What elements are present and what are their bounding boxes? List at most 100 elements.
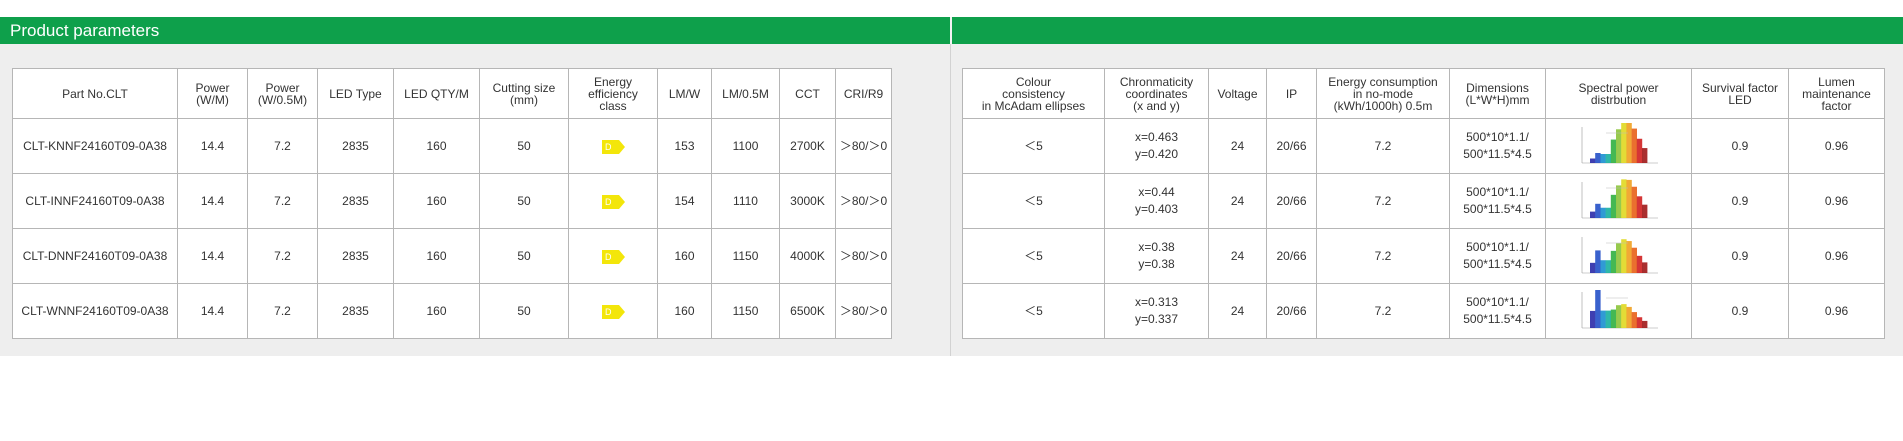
voltage-cell: 24 xyxy=(1208,283,1267,339)
cri-r9-cell: ＞80/＞0 xyxy=(835,283,892,339)
dimensions-line: 500*10*1.1/ xyxy=(1466,295,1529,309)
chromaticity-x: x=0.44 xyxy=(1138,185,1175,199)
led-qty-cell: 160 xyxy=(393,283,480,339)
voltage-cell: 24 xyxy=(1208,118,1267,174)
energy-no-mode-cell: 7.2 xyxy=(1316,118,1450,174)
dimensions-line: 500*11.5*4.5 xyxy=(1463,147,1532,161)
power-w05m-cell: 7.2 xyxy=(247,118,318,174)
lm-05m-cell: 1100 xyxy=(711,118,780,174)
cct-cell: 2700K xyxy=(779,118,836,174)
dimensions-line: 500*10*1.1/ xyxy=(1466,130,1529,144)
led-type-cell: 2835 xyxy=(317,173,394,229)
lumen-maintenance-cell: 0.96 xyxy=(1788,228,1885,284)
energy-class-badge: D xyxy=(602,304,625,319)
spectral-graph xyxy=(1576,178,1662,224)
power-w05m-cell: 7.2 xyxy=(247,173,318,229)
power-w05m-cell: 7.2 xyxy=(247,283,318,339)
chromaticity-y: y=0.38 xyxy=(1138,257,1175,271)
led-qty-cell: 160 xyxy=(393,118,480,174)
chromaticity-cell: x=0.38 y=0.38 xyxy=(1104,228,1209,284)
mcadam-cell: ＜5 xyxy=(962,228,1105,284)
lumen-maintenance-cell: 0.96 xyxy=(1788,118,1885,174)
energy-class-badge: D xyxy=(602,139,625,154)
mcadam-cell: ＜5 xyxy=(962,118,1105,174)
lumen-maintenance-cell: 0.96 xyxy=(1788,173,1885,229)
column-header: LED Type xyxy=(317,68,394,119)
spectral-graph xyxy=(1576,123,1662,169)
ip-cell: 20/66 xyxy=(1266,118,1317,174)
column-header: Energy efficiency class xyxy=(568,68,658,119)
spectral-distribution-graph xyxy=(1581,179,1658,219)
mcadam-cell: ＜5 xyxy=(962,173,1105,229)
energy-class-cell: D xyxy=(568,118,658,174)
voltage-cell: 24 xyxy=(1208,228,1267,284)
chromaticity-x: x=0.38 xyxy=(1138,240,1175,254)
cri-r9-cell: ＞80/＞0 xyxy=(835,173,892,229)
section-title: Product parameters xyxy=(10,21,160,40)
lm-05m-cell: 1150 xyxy=(711,228,780,284)
column-header: Cutting size (mm) xyxy=(479,68,569,119)
spectral-graph xyxy=(1576,233,1662,279)
dimensions-cell: 500*10*1.1/500*11.5*4.5 xyxy=(1449,118,1546,174)
lm-w-cell: 160 xyxy=(657,228,712,284)
cct-cell: 3000K xyxy=(779,173,836,229)
header-divider xyxy=(950,17,952,44)
lm-w-cell: 153 xyxy=(657,118,712,174)
cutting-size-cell: 50 xyxy=(479,173,569,229)
part-number-cell: CLT-DNNF24160T09-0A38 xyxy=(12,228,178,284)
column-header: CRI/R9 xyxy=(835,68,892,119)
spectral-cell xyxy=(1545,118,1692,174)
voltage-cell: 24 xyxy=(1208,173,1267,229)
column-header: Power (W/M) xyxy=(177,68,248,119)
dimensions-line: 500*10*1.1/ xyxy=(1466,240,1529,254)
dimensions-cell: 500*10*1.1/500*11.5*4.5 xyxy=(1449,283,1546,339)
cct-cell: 4000K xyxy=(779,228,836,284)
part-number-cell: CLT-INNF24160T09-0A38 xyxy=(12,173,178,229)
power-wm-cell: 14.4 xyxy=(177,173,248,229)
power-wm-cell: 14.4 xyxy=(177,283,248,339)
table-row: ＜5 x=0.313 y=0.337 24 20/66 7.2 500*10*1.1/500… xyxy=(962,283,1885,339)
lumen-maintenance-cell: 0.96 xyxy=(1788,283,1885,339)
energy-class-cell: D xyxy=(568,228,658,284)
table-row: CLT-KNNF24160T09-0A38 14.4 7.2 2835 160 50 D 15… xyxy=(12,118,892,174)
table-row: ＜5 x=0.44 y=0.403 24 20/66 7.2 500*10*1.1/500*… xyxy=(962,173,1885,229)
column-header: Spectral power distrbution xyxy=(1545,68,1692,119)
lm-w-cell: 160 xyxy=(657,283,712,339)
cri-r9-cell: ＞80/＞0 xyxy=(835,228,892,284)
table-row: ＜5 x=0.38 y=0.38 24 20/66 7.2 500*10*1.1/500*1… xyxy=(962,228,1885,284)
cct-cell: 6500K xyxy=(779,283,836,339)
table-row: CLT-WNNF24160T09-0A38 14.4 7.2 2835 160 50 D 16… xyxy=(12,283,892,339)
cutting-size-cell: 50 xyxy=(479,228,569,284)
power-wm-cell: 14.4 xyxy=(177,228,248,284)
led-type-cell: 2835 xyxy=(317,228,394,284)
spectral-distribution-graph xyxy=(1581,290,1658,329)
dimensions-line: 500*11.5*4.5 xyxy=(1463,257,1532,271)
lm-05m-cell: 1110 xyxy=(711,173,780,229)
survival-factor-cell: 0.9 xyxy=(1691,228,1789,284)
chromaticity-y: y=0.403 xyxy=(1134,202,1179,216)
column-header: CCT xyxy=(779,68,836,119)
table-header-row: Colour consistency in McAdam ellipses Chron… xyxy=(962,68,1885,119)
panel-divider xyxy=(950,44,951,356)
column-header: LED QTY/M xyxy=(393,68,480,119)
cutting-size-cell: 50 xyxy=(479,283,569,339)
mcadam-cell: ＜5 xyxy=(962,283,1105,339)
parameters-table-left: Part No.CLT Power (W/M) Power (W/0.5M) LED Ty… xyxy=(12,68,892,339)
table-row: CLT-DNNF24160T09-0A38 14.4 7.2 2835 160 50 D 16… xyxy=(12,228,892,284)
dimensions-line: 500*11.5*4.5 xyxy=(1463,312,1532,326)
parameters-table-right: Colour consistency in McAdam ellipses Chron… xyxy=(962,68,1885,339)
column-header: Voltage xyxy=(1208,68,1267,119)
energy-no-mode-cell: 7.2 xyxy=(1316,173,1450,229)
column-header: Energy consumption in no-mode (kWh/1000h) … xyxy=(1316,68,1450,119)
table-header-row: Part No.CLT Power (W/M) Power (W/0.5M) LED Ty… xyxy=(12,68,892,119)
column-header: Part No.CLT xyxy=(12,68,178,119)
led-type-cell: 2835 xyxy=(317,283,394,339)
power-w05m-cell: 7.2 xyxy=(247,228,318,284)
chromaticity-y: y=0.337 xyxy=(1134,312,1179,326)
spectral-cell xyxy=(1545,283,1692,339)
column-header: Survival factor LED xyxy=(1691,68,1789,119)
energy-class-cell: D xyxy=(568,173,658,229)
dimensions-line: 500*10*1.1/ xyxy=(1466,185,1529,199)
chromaticity-cell: x=0.463 y=0.420 xyxy=(1104,118,1209,174)
chromaticity-x: x=0.463 xyxy=(1134,130,1179,144)
